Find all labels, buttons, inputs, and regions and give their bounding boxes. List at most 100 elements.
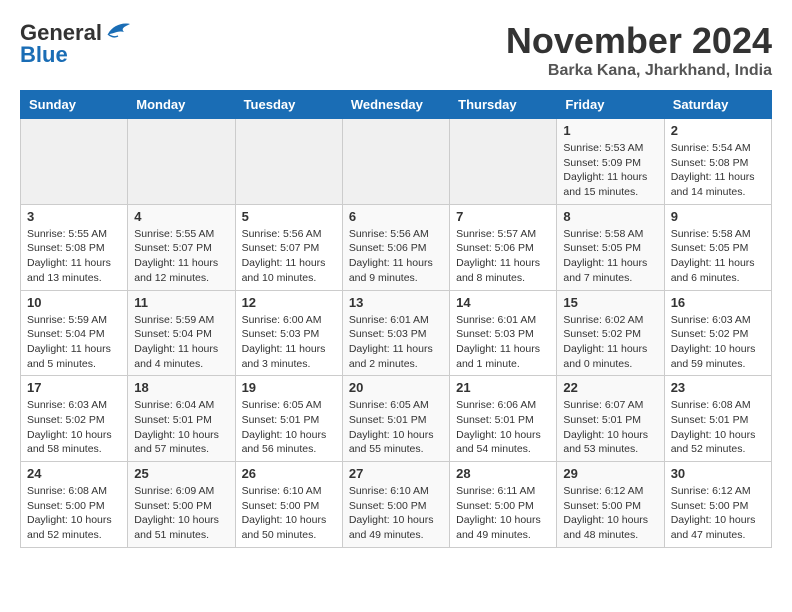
day-cell: 14 Sunrise: 6:01 AM Sunset: 5:03 PM Dayli…	[450, 290, 557, 376]
day-number: 26	[242, 466, 336, 481]
day-cell: 23 Sunrise: 6:08 AM Sunset: 5:01 PM Dayli…	[664, 376, 771, 462]
day-number: 20	[349, 380, 443, 395]
day-info: Sunrise: 6:12 AM Sunset: 5:00 PM Dayligh…	[671, 484, 765, 543]
day-number: 25	[134, 466, 228, 481]
header-cell-friday: Friday	[557, 91, 664, 119]
day-number: 3	[27, 209, 121, 224]
day-cell: 12 Sunrise: 6:00 AM Sunset: 5:03 PM Dayli…	[235, 290, 342, 376]
day-cell: 24 Sunrise: 6:08 AM Sunset: 5:00 PM Dayli…	[21, 462, 128, 548]
week-row-3: 10 Sunrise: 5:59 AM Sunset: 5:04 PM Dayli…	[21, 290, 772, 376]
day-cell: 4 Sunrise: 5:55 AM Sunset: 5:07 PM Daylig…	[128, 204, 235, 290]
day-cell: 29 Sunrise: 6:12 AM Sunset: 5:00 PM Dayli…	[557, 462, 664, 548]
day-info: Sunrise: 6:05 AM Sunset: 5:01 PM Dayligh…	[349, 398, 443, 457]
day-info: Sunrise: 5:55 AM Sunset: 5:08 PM Dayligh…	[27, 227, 121, 286]
day-cell	[235, 119, 342, 205]
header-cell-saturday: Saturday	[664, 91, 771, 119]
day-number: 29	[563, 466, 657, 481]
day-number: 19	[242, 380, 336, 395]
day-cell: 7Sunrise: 5:57 AM Sunset: 5:06 PM Daylig…	[450, 204, 557, 290]
title-area: November 2024 Barka Kana, Jharkhand, Ind…	[506, 20, 772, 80]
month-title: November 2024	[506, 20, 772, 62]
day-info: Sunrise: 5:56 AM Sunset: 5:06 PM Dayligh…	[349, 227, 443, 286]
calendar-table: SundayMondayTuesdayWednesdayThursdayFrid…	[20, 90, 772, 548]
day-info: Sunrise: 6:04 AM Sunset: 5:01 PM Dayligh…	[134, 398, 228, 457]
day-number: 14	[456, 295, 550, 310]
day-cell: 22Sunrise: 6:07 AM Sunset: 5:01 PM Dayli…	[557, 376, 664, 462]
header-row: SundayMondayTuesdayWednesdayThursdayFrid…	[21, 91, 772, 119]
day-cell: 6 Sunrise: 5:56 AM Sunset: 5:06 PM Daylig…	[342, 204, 449, 290]
day-number: 1	[563, 123, 657, 138]
day-info: Sunrise: 6:00 AM Sunset: 5:03 PM Dayligh…	[242, 313, 336, 372]
day-number: 23	[671, 380, 765, 395]
day-number: 11	[134, 295, 228, 310]
day-info: Sunrise: 5:58 AM Sunset: 5:05 PM Dayligh…	[671, 227, 765, 286]
day-info: Sunrise: 5:59 AM Sunset: 5:04 PM Dayligh…	[134, 313, 228, 372]
day-cell: 5 Sunrise: 5:56 AM Sunset: 5:07 PM Daylig…	[235, 204, 342, 290]
day-info: Sunrise: 6:01 AM Sunset: 5:03 PM Dayligh…	[349, 313, 443, 372]
day-number: 27	[349, 466, 443, 481]
day-info: Sunrise: 5:54 AM Sunset: 5:08 PM Dayligh…	[671, 141, 765, 200]
day-info: Sunrise: 5:55 AM Sunset: 5:07 PM Dayligh…	[134, 227, 228, 286]
day-cell: 20 Sunrise: 6:05 AM Sunset: 5:01 PM Dayli…	[342, 376, 449, 462]
day-info: Sunrise: 5:56 AM Sunset: 5:07 PM Dayligh…	[242, 227, 336, 286]
day-info: Sunrise: 6:03 AM Sunset: 5:02 PM Dayligh…	[27, 398, 121, 457]
logo-bird-icon	[104, 20, 132, 42]
day-number: 24	[27, 466, 121, 481]
day-number: 15	[563, 295, 657, 310]
day-info: Sunrise: 6:09 AM Sunset: 5:00 PM Dayligh…	[134, 484, 228, 543]
day-info: Sunrise: 6:10 AM Sunset: 5:00 PM Dayligh…	[242, 484, 336, 543]
day-cell: 16Sunrise: 6:03 AM Sunset: 5:02 PM Dayli…	[664, 290, 771, 376]
day-info: Sunrise: 6:01 AM Sunset: 5:03 PM Dayligh…	[456, 313, 550, 372]
day-number: 6	[349, 209, 443, 224]
day-info: Sunrise: 6:10 AM Sunset: 5:00 PM Dayligh…	[349, 484, 443, 543]
day-cell: 30 Sunrise: 6:12 AM Sunset: 5:00 PM Dayli…	[664, 462, 771, 548]
day-cell: 19Sunrise: 6:05 AM Sunset: 5:01 PM Dayli…	[235, 376, 342, 462]
week-row-1: 1 Sunrise: 5:53 AM Sunset: 5:09 PM Daylig…	[21, 119, 772, 205]
calendar-header: SundayMondayTuesdayWednesdayThursdayFrid…	[21, 91, 772, 119]
day-number: 2	[671, 123, 765, 138]
day-info: Sunrise: 6:02 AM Sunset: 5:02 PM Dayligh…	[563, 313, 657, 372]
day-info: Sunrise: 6:11 AM Sunset: 5:00 PM Dayligh…	[456, 484, 550, 543]
day-info: Sunrise: 6:12 AM Sunset: 5:00 PM Dayligh…	[563, 484, 657, 543]
day-cell: 10 Sunrise: 5:59 AM Sunset: 5:04 PM Dayli…	[21, 290, 128, 376]
day-cell: 18 Sunrise: 6:04 AM Sunset: 5:01 PM Dayli…	[128, 376, 235, 462]
day-cell: 27 Sunrise: 6:10 AM Sunset: 5:00 PM Dayli…	[342, 462, 449, 548]
day-cell: 15 Sunrise: 6:02 AM Sunset: 5:02 PM Dayli…	[557, 290, 664, 376]
day-number: 13	[349, 295, 443, 310]
header: General Blue November 2024 Barka Kana, J…	[20, 20, 772, 80]
day-cell	[342, 119, 449, 205]
week-row-4: 17 Sunrise: 6:03 AM Sunset: 5:02 PM Dayli…	[21, 376, 772, 462]
day-number: 30	[671, 466, 765, 481]
day-cell: 8 Sunrise: 5:58 AM Sunset: 5:05 PM Daylig…	[557, 204, 664, 290]
day-info: Sunrise: 6:08 AM Sunset: 5:00 PM Dayligh…	[27, 484, 121, 543]
day-info: Sunrise: 5:53 AM Sunset: 5:09 PM Dayligh…	[563, 141, 657, 200]
day-cell: 9Sunrise: 5:58 AM Sunset: 5:05 PM Daylig…	[664, 204, 771, 290]
header-cell-thursday: Thursday	[450, 91, 557, 119]
day-info: Sunrise: 6:07 AM Sunset: 5:01 PM Dayligh…	[563, 398, 657, 457]
day-number: 5	[242, 209, 336, 224]
day-number: 12	[242, 295, 336, 310]
day-info: Sunrise: 5:59 AM Sunset: 5:04 PM Dayligh…	[27, 313, 121, 372]
week-row-2: 3 Sunrise: 5:55 AM Sunset: 5:08 PM Daylig…	[21, 204, 772, 290]
day-number: 17	[27, 380, 121, 395]
calendar-body: 1 Sunrise: 5:53 AM Sunset: 5:09 PM Daylig…	[21, 119, 772, 548]
day-info: Sunrise: 6:06 AM Sunset: 5:01 PM Dayligh…	[456, 398, 550, 457]
day-cell	[128, 119, 235, 205]
header-cell-tuesday: Tuesday	[235, 91, 342, 119]
day-number: 18	[134, 380, 228, 395]
header-cell-wednesday: Wednesday	[342, 91, 449, 119]
day-cell: 3 Sunrise: 5:55 AM Sunset: 5:08 PM Daylig…	[21, 204, 128, 290]
day-number: 4	[134, 209, 228, 224]
day-cell: 1 Sunrise: 5:53 AM Sunset: 5:09 PM Daylig…	[557, 119, 664, 205]
day-number: 10	[27, 295, 121, 310]
day-cell: 13 Sunrise: 6:01 AM Sunset: 5:03 PM Dayli…	[342, 290, 449, 376]
day-info: Sunrise: 5:58 AM Sunset: 5:05 PM Dayligh…	[563, 227, 657, 286]
day-info: Sunrise: 6:03 AM Sunset: 5:02 PM Dayligh…	[671, 313, 765, 372]
day-cell: 2 Sunrise: 5:54 AM Sunset: 5:08 PM Daylig…	[664, 119, 771, 205]
day-number: 21	[456, 380, 550, 395]
day-number: 8	[563, 209, 657, 224]
day-info: Sunrise: 6:08 AM Sunset: 5:01 PM Dayligh…	[671, 398, 765, 457]
location: Barka Kana, Jharkhand, India	[506, 62, 772, 80]
day-cell: 11 Sunrise: 5:59 AM Sunset: 5:04 PM Dayli…	[128, 290, 235, 376]
day-cell: 25 Sunrise: 6:09 AM Sunset: 5:00 PM Dayli…	[128, 462, 235, 548]
